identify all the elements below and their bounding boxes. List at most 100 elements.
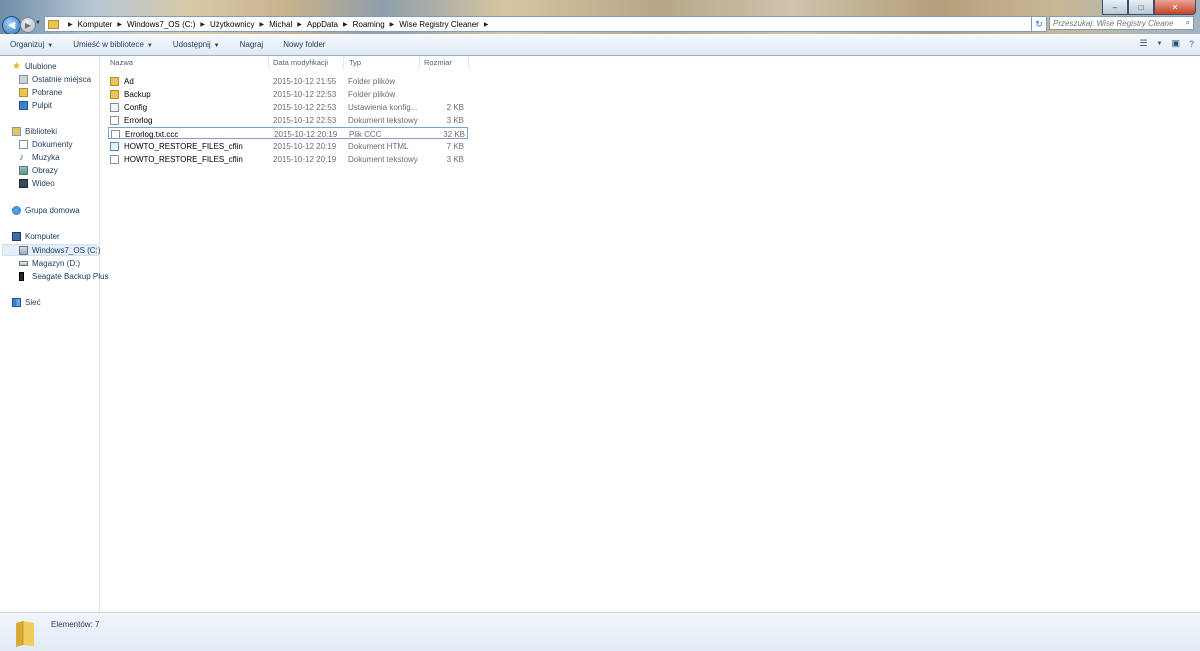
folder-icon — [48, 19, 59, 29]
recent-pages-dropdown[interactable]: ▼ — [35, 20, 41, 26]
file-row-howto-txt[interactable]: HOWTO_RESTORE_FILES_cflin 2015-10-12 20:… — [108, 153, 468, 165]
search-icon[interactable]: ⌕ — [1186, 18, 1190, 28]
view-options-dropdown-icon[interactable]: ▼ — [1157, 41, 1163, 47]
sidebar-item-documents[interactable]: Dokumenty — [19, 140, 72, 149]
recent-places-icon — [19, 75, 28, 84]
breadcrumb-item-roaming[interactable]: Roaming — [353, 20, 385, 29]
file-row-howto-html[interactable]: HOWTO_RESTORE_FILES_cflin 2015-10-12 20:… — [108, 140, 468, 152]
column-header-date[interactable]: Data modyfikacji — [273, 56, 344, 69]
sidebar-item-libraries[interactable]: Biblioteki — [12, 127, 57, 136]
chevron-right-icon[interactable]: ▶ — [200, 21, 205, 28]
burn-button[interactable]: Nagraj — [230, 40, 274, 49]
back-button[interactable]: ◀ — [2, 16, 21, 35]
sidebar-item-recent-places[interactable]: Ostatnie miejsca — [19, 75, 91, 84]
details-pane: Elementów: 7 — [0, 612, 1200, 651]
include-in-library-menu[interactable]: Umieść w bibliotece ▼ — [63, 40, 163, 49]
window-title-bar: – □ ✕ ◀ ▶ ▼ ▶ Komputer ▶ Windows7_OS (C:… — [0, 0, 1200, 35]
help-icon[interactable]: ? — [1189, 39, 1194, 49]
sidebar-item-label: Ulubione — [25, 62, 57, 71]
chevron-right-icon[interactable]: ▶ — [68, 21, 73, 28]
sidebar-item-label: Muzyka — [32, 153, 60, 162]
file-date: 2015-10-12 22:53 — [273, 115, 337, 125]
file-row-config[interactable]: Config 2015-10-12 22:53 Ustawienia konfi… — [108, 101, 468, 113]
sidebar-item-music[interactable]: ♪ Muzyka — [19, 153, 60, 163]
refresh-button[interactable]: ↻ — [1031, 16, 1047, 32]
chevron-right-icon[interactable]: ▶ — [259, 21, 264, 28]
breadcrumb-item-drive-c[interactable]: Windows7_OS (C:) — [127, 20, 195, 29]
file-date: 2015-10-12 20:19 — [274, 129, 338, 139]
sidebar-item-drive-d[interactable]: Magazyn (D:) — [19, 259, 80, 268]
sidebar-item-pictures[interactable]: Obrazy — [19, 166, 58, 175]
column-header-label: Typ — [349, 58, 362, 67]
file-name-cell: Errorlog — [110, 114, 152, 126]
organize-label: Organizuj — [10, 40, 45, 49]
sidebar-item-seagate[interactable]: Seagate Backup Plus — [19, 272, 109, 281]
file-row-errorlog[interactable]: Errorlog 2015-10-12 22:53 Dokument tekst… — [108, 114, 468, 126]
breadcrumb-item-user[interactable]: Michal — [269, 20, 292, 29]
preview-pane-icon[interactable]: ▣ — [1171, 38, 1180, 49]
file-name: HOWTO_RESTORE_FILES_cflin — [124, 154, 243, 164]
videos-icon — [19, 179, 28, 188]
close-button[interactable]: ✕ — [1154, 0, 1196, 15]
sidebar-item-desktop[interactable]: Pulpit — [19, 101, 52, 110]
sidebar-item-computer[interactable]: Komputer — [12, 232, 60, 241]
chevron-right-icon[interactable]: ▶ — [390, 21, 395, 28]
command-bar: Organizuj ▼ Umieść w bibliotece ▼ Udostępn… — [0, 34, 1200, 56]
address-bar[interactable]: ▶ Komputer ▶ Windows7_OS (C:) ▶ Użytkown… — [44, 16, 1043, 32]
file-size — [406, 75, 464, 87]
breadcrumb-item-users[interactable]: Użytkownicy — [210, 20, 254, 29]
sidebar-item-label: Obrazy — [32, 166, 58, 175]
drive-icon — [19, 261, 28, 266]
file-name: HOWTO_RESTORE_FILES_cflin — [124, 141, 243, 151]
sidebar-item-homegroup[interactable]: Grupa domowa — [12, 206, 80, 215]
chevron-right-icon[interactable]: ▶ — [117, 21, 122, 28]
share-menu[interactable]: Udostępnij ▼ — [163, 40, 230, 49]
column-header-label: Nazwa — [110, 58, 133, 67]
breadcrumb-item-appdata[interactable]: AppData — [307, 20, 338, 29]
column-header-size[interactable]: Rozmiar — [424, 56, 469, 69]
chevron-right-icon[interactable]: ▶ — [343, 21, 348, 28]
sidebar-item-label: Pobrane — [32, 88, 63, 97]
file-row-backup[interactable]: Backup 2015-10-12 22:53 Folder plików — [108, 88, 468, 100]
breadcrumb-item-wise-registry-cleaner[interactable]: Wise Registry Cleaner — [399, 20, 479, 29]
breadcrumb-item-computer[interactable]: Komputer — [78, 20, 113, 29]
navigation-pane: ★ Ulubione Ostatnie miejsca Pobrane Pulp… — [0, 56, 109, 612]
arrow-right-icon: ▶ — [24, 20, 32, 30]
sidebar-item-downloads[interactable]: Pobrane — [19, 88, 62, 97]
view-options-icon[interactable]: ☰ — [1139, 38, 1147, 49]
file-row-errorlog-ccc[interactable]: Errorlog.txt.ccc 2015-10-12 20:19 Plik C… — [108, 127, 468, 139]
sidebar-item-label: Windows7_OS (C:) — [32, 245, 101, 255]
homegroup-icon — [12, 206, 21, 215]
forward-button[interactable]: ▶ — [20, 17, 36, 33]
file-size: 7 KB — [446, 141, 464, 151]
documents-icon — [19, 140, 28, 149]
network-icon — [12, 298, 21, 307]
new-folder-button[interactable]: Nowy folder — [273, 40, 335, 49]
file-name: Errorlog — [124, 115, 153, 125]
chevron-right-icon[interactable]: ▶ — [297, 21, 302, 28]
blank-file-icon — [111, 129, 120, 139]
search-input[interactable] — [1053, 18, 1173, 28]
sidebar-item-videos[interactable]: Wideo — [19, 179, 55, 188]
sidebar-item-drive-c[interactable]: Windows7_OS (C:) — [2, 244, 101, 256]
star-icon: ★ — [12, 61, 21, 72]
sidebar-item-label: Magazyn (D:) — [32, 259, 81, 268]
sidebar-item-favorites[interactable]: ★ Ulubione — [12, 61, 57, 72]
column-header-name[interactable]: Nazwa — [110, 56, 269, 69]
minimize-button[interactable]: – — [1102, 0, 1128, 15]
column-header-type[interactable]: Typ — [349, 56, 420, 69]
sidebar-item-label: Sieć — [25, 298, 41, 307]
file-name-cell: Backup — [110, 88, 151, 100]
sidebar-item-label: Pulpit — [32, 101, 53, 110]
file-date: 2015-10-12 22:53 — [273, 89, 337, 99]
computer-icon — [12, 232, 21, 241]
chevron-right-icon[interactable]: ▶ — [484, 21, 489, 28]
file-type: Dokument HTML — [348, 141, 409, 151]
column-header-label: Data modyfikacji — [273, 58, 329, 67]
sidebar-item-network[interactable]: Sieć — [12, 298, 41, 307]
organize-menu[interactable]: Organizuj ▼ — [0, 40, 63, 49]
maximize-button[interactable]: □ — [1128, 0, 1154, 15]
search-box[interactable]: ⌕ — [1049, 16, 1194, 30]
breadcrumb: ▶ Komputer ▶ Windows7_OS (C:) ▶ Użytkown… — [63, 20, 493, 29]
file-row-ad[interactable]: Ad 2015-10-12 21:55 Folder plików — [108, 75, 468, 87]
